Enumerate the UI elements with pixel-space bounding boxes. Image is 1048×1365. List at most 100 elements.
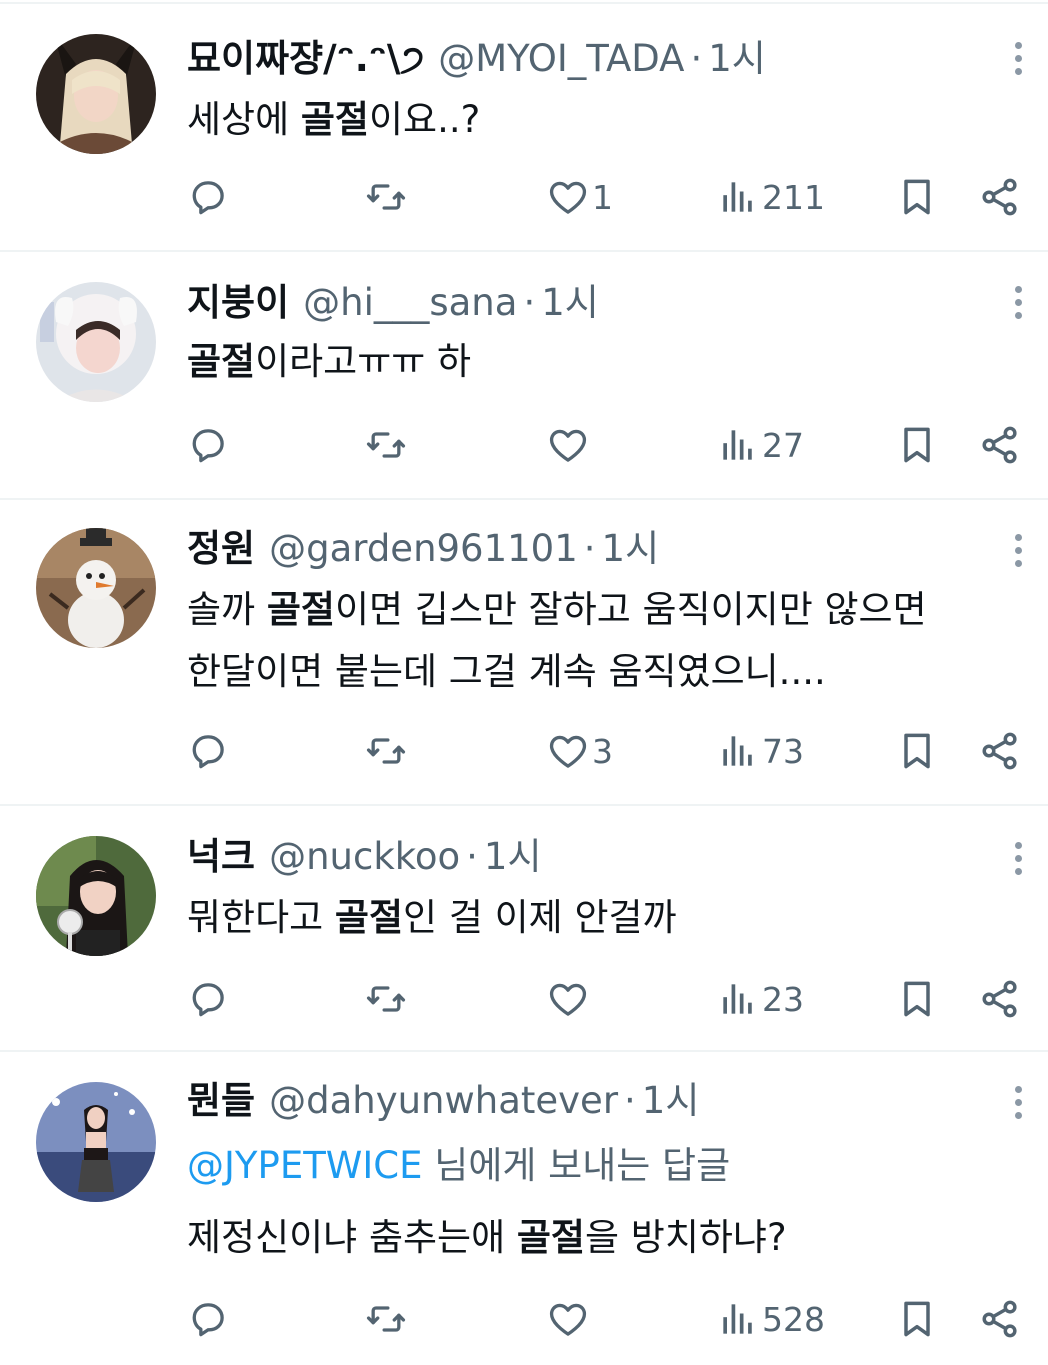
display-name[interactable]: 묘이짜쟝/ᵔ.ᵔ\੭	[187, 34, 424, 84]
more-icon[interactable]	[1006, 38, 1030, 78]
views-icon	[716, 1297, 760, 1341]
timestamp[interactable]: 1시	[541, 278, 599, 328]
display-name[interactable]: 넉크	[187, 832, 255, 882]
tweet[interactable]: 뭔들 @dahyunwhatever · 1시 @JYPETWICE 님에게 보…	[0, 1052, 1048, 1365]
tweet-header: 지붕이 @hi___sana · 1시	[187, 278, 599, 328]
like-count: 1	[592, 177, 613, 217]
retweet-button[interactable]	[364, 420, 408, 470]
view-count: 528	[762, 1299, 825, 1339]
share-button[interactable]	[978, 1294, 1022, 1344]
tweet-text-segment: 세상에	[187, 98, 301, 141]
tweet[interactable]: 넉크 @nuckkoo · 1시 뭐한다고 골절인 걸 이제 안걸까 23	[0, 806, 1048, 1052]
tweet-text-segment: 이요..?	[368, 98, 481, 141]
reply-context-label: 님에게 보내는 답글	[422, 1144, 731, 1187]
tweet-header: 넉크 @nuckkoo · 1시	[187, 832, 542, 882]
share-icon	[978, 729, 1022, 773]
view-count: 23	[762, 979, 804, 1019]
like-button[interactable]: 3	[546, 726, 613, 776]
highlighted-keyword: 골절	[266, 588, 335, 631]
more-icon[interactable]	[1006, 838, 1030, 878]
views-button[interactable]: 528	[716, 1294, 825, 1344]
bookmark-button[interactable]	[895, 974, 939, 1024]
tweet-text-segment: 이면 깁스만 잘하고 움직이지만 않으면	[334, 588, 927, 631]
share-button[interactable]	[978, 172, 1022, 222]
tweet-text: 뭐한다고 골절인 걸 이제 안걸까	[187, 892, 677, 944]
user-handle[interactable]: @garden961101	[269, 524, 578, 574]
avatar[interactable]	[36, 528, 156, 648]
share-button[interactable]	[978, 420, 1022, 470]
like-button[interactable]: 1	[546, 172, 613, 222]
reply-icon	[186, 977, 230, 1021]
avatar[interactable]	[36, 836, 156, 956]
bookmark-button[interactable]	[895, 172, 939, 222]
timestamp[interactable]: 1시	[602, 524, 660, 574]
retweet-icon	[364, 1297, 408, 1341]
reply-button[interactable]	[186, 420, 230, 470]
more-icon[interactable]	[1006, 282, 1030, 322]
views-button[interactable]: 27	[716, 420, 804, 470]
like-button[interactable]	[546, 974, 592, 1024]
like-button[interactable]	[546, 420, 592, 470]
user-handle[interactable]: @dahyunwhatever	[269, 1076, 618, 1126]
tweet-text: 세상에 골절이요..?	[187, 94, 480, 146]
retweet-icon	[364, 423, 408, 467]
views-button[interactable]: 73	[716, 726, 804, 776]
bookmark-icon	[895, 423, 939, 467]
retweet-button[interactable]	[364, 1294, 408, 1344]
display-name[interactable]: 뭔들	[187, 1076, 255, 1126]
more-icon[interactable]	[1006, 1082, 1030, 1122]
view-count: 27	[762, 425, 804, 465]
share-button[interactable]	[978, 726, 1022, 776]
user-handle[interactable]: @nuckkoo	[269, 832, 460, 882]
avatar[interactable]	[36, 34, 156, 154]
like-icon	[546, 729, 590, 773]
reply-button[interactable]	[186, 726, 230, 776]
bookmark-icon	[895, 1297, 939, 1341]
timeline-feed: 묘이짜쟝/ᵔ.ᵔ\੭ @MYOI_TADA · 1시 세상에 골절이요..? 1…	[0, 0, 1048, 1365]
highlighted-keyword: 골절	[187, 340, 256, 383]
highlighted-keyword: 골절	[300, 98, 369, 141]
retweet-button[interactable]	[364, 726, 408, 776]
reply-button[interactable]	[186, 974, 230, 1024]
action-bar: 3 73	[0, 726, 1048, 776]
retweet-button[interactable]	[364, 172, 408, 222]
reply-icon	[186, 175, 230, 219]
view-count: 211	[762, 177, 825, 217]
tweet-text-segment: 인 걸 이제 안걸까	[403, 896, 677, 939]
retweet-button[interactable]	[364, 974, 408, 1024]
like-button[interactable]	[546, 1294, 592, 1344]
separator-dot: ·	[583, 527, 596, 570]
mention-link[interactable]: @JYPETWICE	[187, 1144, 423, 1187]
user-handle[interactable]: @hi___sana	[303, 278, 517, 328]
highlighted-keyword: 골절	[516, 1216, 585, 1259]
reply-button[interactable]	[186, 1294, 230, 1344]
views-icon	[716, 977, 760, 1021]
like-icon	[546, 977, 590, 1021]
more-icon[interactable]	[1006, 530, 1030, 570]
tweet[interactable]: 정원 @garden961101 · 1시 솔까 골절이면 깁스만 잘하고 움직…	[0, 500, 1048, 806]
tweet[interactable]: 지붕이 @hi___sana · 1시 골절이라고ㅠㅠ 하 27	[0, 252, 1048, 500]
avatar[interactable]	[36, 282, 156, 402]
timestamp[interactable]: 1시	[708, 34, 766, 84]
bookmark-button[interactable]	[895, 420, 939, 470]
bookmark-button[interactable]	[895, 1294, 939, 1344]
reply-button[interactable]	[186, 172, 230, 222]
user-handle[interactable]: @MYOI_TADA	[438, 34, 684, 84]
views-icon	[716, 423, 760, 467]
tweet-text-segment: 뭐한다고	[187, 896, 335, 939]
timestamp[interactable]: 1시	[484, 832, 542, 882]
bookmark-button[interactable]	[895, 726, 939, 776]
tweet[interactable]: 묘이짜쟝/ᵔ.ᵔ\੭ @MYOI_TADA · 1시 세상에 골절이요..? 1…	[0, 4, 1048, 252]
share-button[interactable]	[978, 974, 1022, 1024]
tweet-text-segment: 한달이면 붙는데 그걸 계속 움직였으니....	[187, 650, 826, 693]
view-count: 73	[762, 731, 804, 771]
views-button[interactable]: 211	[716, 172, 825, 222]
tweet-text-segment: 솔까	[187, 588, 267, 631]
display-name[interactable]: 정원	[187, 524, 255, 574]
tweet-header: 정원 @garden961101 · 1시	[187, 524, 659, 574]
display-name[interactable]: 지붕이	[187, 278, 289, 328]
views-button[interactable]: 23	[716, 974, 804, 1024]
timestamp[interactable]: 1시	[642, 1076, 700, 1126]
avatar[interactable]	[36, 1082, 156, 1202]
share-icon	[978, 175, 1022, 219]
